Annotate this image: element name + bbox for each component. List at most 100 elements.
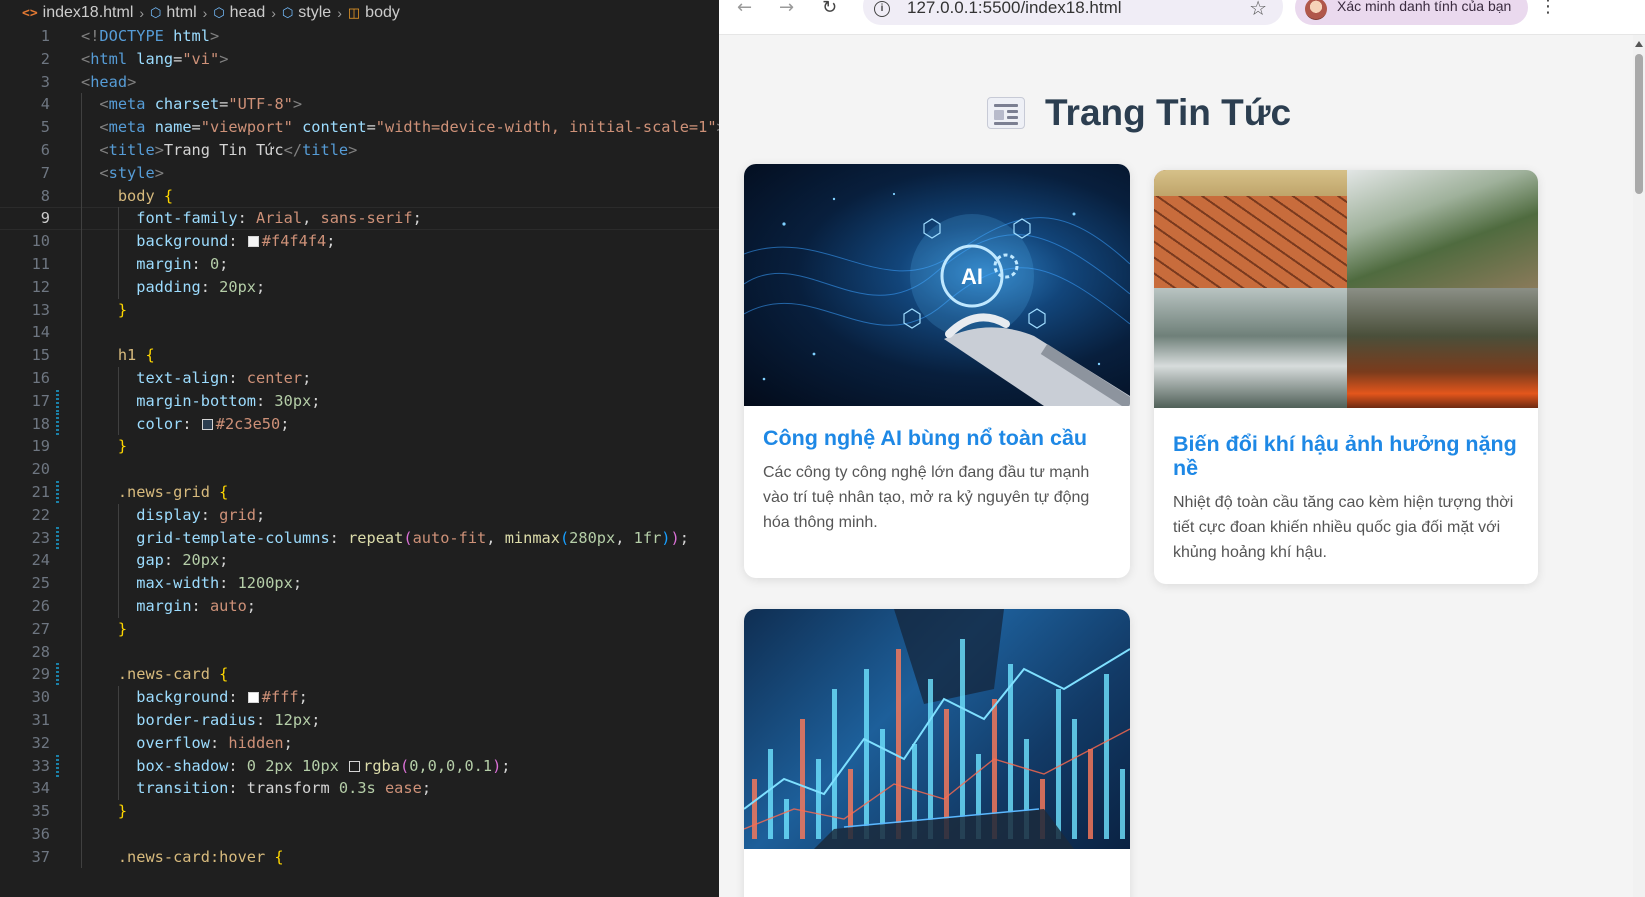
code-line[interactable]: 28 — [0, 640, 719, 664]
more-menu-icon[interactable]: ⋮ — [1539, 0, 1557, 16]
code-text[interactable]: margin-bottom: 30px; — [81, 390, 320, 413]
git-change-marker[interactable] — [56, 412, 59, 436]
code-text[interactable]: margin: 0; — [81, 253, 228, 276]
news-card[interactable] — [744, 609, 1130, 897]
code-text[interactable]: font-family: Arial, sans-serif; — [81, 207, 422, 230]
code-text[interactable]: .news-card { — [81, 663, 229, 686]
back-icon[interactable]: ← — [737, 0, 752, 17]
color-swatch-icon[interactable] — [349, 760, 361, 772]
bookmark-star-icon[interactable]: ☆ — [1249, 0, 1267, 20]
url-text[interactable]: 127.0.0.1:5500/index18.html — [907, 0, 1122, 18]
code-line[interactable]: 32 overflow: hidden; — [0, 731, 719, 755]
code-line[interactable]: 16 text-align: center; — [0, 366, 719, 390]
code-line[interactable]: 25 max-width: 1200px; — [0, 572, 719, 595]
color-swatch-icon[interactable] — [247, 692, 259, 704]
code-editor[interactable]: <> index18.html › ⬡ html › ⬡ head › ⬡ style … — [0, 0, 719, 897]
code-text[interactable]: <html lang="vi"> — [81, 48, 228, 71]
news-card[interactable]: AI Công nghệ AI bùng nổ toàn cầu Các côn… — [744, 164, 1130, 578]
code-line[interactable]: 14 — [0, 321, 719, 345]
breadcrumb-body[interactable]: ◫ body — [348, 4, 400, 22]
code-text[interactable]: } — [81, 435, 127, 458]
code-text[interactable]: padding: 20px; — [81, 276, 265, 299]
code-text[interactable]: .news-grid { — [81, 481, 229, 504]
code-line[interactable]: 12 padding: 20px; — [0, 275, 719, 299]
breadcrumb-head[interactable]: ⬡ head — [213, 4, 265, 22]
scrollbar-thumb[interactable] — [1635, 54, 1643, 194]
code-line[interactable]: 30 background: #fff; — [0, 686, 719, 709]
code-line[interactable]: 3 <head> — [0, 71, 719, 94]
profile-button[interactable]: Xác minh danh tính của bạn — [1295, 0, 1528, 25]
code-line[interactable]: 15 h1 { — [0, 344, 719, 367]
forward-icon[interactable]: → — [779, 0, 794, 17]
code-text[interactable]: max-width: 1200px; — [81, 572, 302, 595]
breadcrumb-html[interactable]: ⬡ html — [150, 4, 197, 22]
reload-icon[interactable]: ↻ — [822, 0, 837, 17]
code-text[interactable]: <title>Trang Tin Tức</title> — [81, 139, 357, 162]
breadcrumb-file[interactable]: <> index18.html — [22, 4, 133, 22]
code-line[interactable]: 36 — [0, 822, 719, 846]
code-line[interactable]: 24 gap: 20px; — [0, 549, 719, 573]
code-line[interactable]: 2 <html lang="vi"> — [0, 48, 719, 71]
git-change-marker[interactable] — [56, 663, 59, 687]
code-line[interactable]: 34 transition: transform 0.3s ease; — [0, 777, 719, 801]
code-line[interactable]: 9 font-family: Arial, sans-serif; — [0, 207, 719, 231]
scroll-up-icon[interactable] — [1635, 41, 1643, 47]
code-text[interactable]: margin: auto; — [81, 595, 256, 618]
code-text[interactable]: } — [81, 618, 127, 641]
code-line[interactable]: 29 .news-card { — [0, 663, 719, 687]
code-line[interactable]: 33 box-shadow: 0 2px 10px rgba(0,0,0,0.1… — [0, 754, 719, 778]
code-line[interactable]: 6 <title>Trang Tin Tức</title> — [0, 138, 719, 162]
code-text[interactable]: <meta charset="UTF-8"> — [81, 93, 302, 116]
code-line[interactable]: 8 body { — [0, 184, 719, 208]
code-lines[interactable]: 1 <!DOCTYPE html> 2 <html lang="vi"> 3 <head>… — [0, 25, 719, 869]
code-line[interactable]: 13 } — [0, 298, 719, 322]
code-text[interactable]: <!DOCTYPE html> — [81, 25, 219, 48]
code-text[interactable]: .news-card:hover { — [81, 846, 284, 869]
code-text[interactable]: overflow: hidden; — [81, 732, 293, 755]
code-text[interactable]: } — [81, 800, 127, 823]
code-text[interactable]: grid-template-columns: repeat(auto-fit, … — [81, 527, 689, 550]
color-swatch-icon[interactable] — [201, 418, 213, 430]
code-text[interactable]: <meta name="viewport" content="width=dev… — [81, 116, 719, 139]
code-text[interactable]: <style> — [81, 162, 164, 185]
code-text[interactable]: display: grid; — [81, 504, 265, 527]
code-line[interactable]: 5 <meta name="viewport" content="width=d… — [0, 116, 719, 139]
code-line[interactable]: 10 background: #f4f4f4; — [0, 230, 719, 253]
code-text[interactable]: transition: transform 0.3s ease; — [81, 777, 431, 800]
card-headline[interactable]: Biến đổi khí hậu ảnh hưởng nặng nề — [1173, 432, 1524, 480]
code-line[interactable]: 37 .news-card:hover { — [0, 845, 719, 869]
code-line[interactable]: 19 } — [0, 435, 719, 459]
card-headline[interactable]: Công nghệ AI bùng nổ toàn cầu — [763, 426, 1116, 450]
code-line[interactable]: 26 margin: auto; — [0, 594, 719, 618]
code-text[interactable]: background: #f4f4f4; — [81, 230, 335, 253]
code-line[interactable]: 4 <meta charset="UTF-8"> — [0, 93, 719, 117]
code-line[interactable]: 31 border-radius: 12px; — [0, 708, 719, 732]
code-line[interactable]: 21 .news-grid { — [0, 480, 719, 504]
code-line[interactable]: 11 margin: 0; — [0, 252, 719, 276]
code-line[interactable]: 7 <style> — [0, 161, 719, 185]
code-line[interactable]: 1 <!DOCTYPE html> — [0, 25, 719, 48]
code-text[interactable]: gap: 20px; — [81, 549, 228, 572]
code-line[interactable]: 18 color: #2c3e50; — [0, 412, 719, 436]
code-line[interactable]: 35 } — [0, 800, 719, 823]
color-swatch-icon[interactable] — [247, 236, 259, 248]
code-line[interactable]: 20 — [0, 458, 719, 481]
code-text[interactable]: text-align: center; — [81, 367, 311, 390]
code-text[interactable]: color: #2c3e50; — [81, 413, 289, 436]
site-info-icon[interactable]: i — [874, 1, 890, 17]
code-line[interactable]: 22 display: grid; — [0, 503, 719, 527]
news-card[interactable]: Biến đổi khí hậu ảnh hưởng nặng nề Nhiệt… — [1154, 170, 1538, 584]
address-bar[interactable]: i 127.0.0.1:5500/index18.html ☆ — [863, 0, 1283, 25]
code-text[interactable]: } — [81, 299, 127, 322]
code-line[interactable]: 27 } — [0, 617, 719, 641]
code-line[interactable]: 17 margin-bottom: 30px; — [0, 389, 719, 413]
code-text[interactable]: background: #fff; — [81, 686, 308, 709]
code-text[interactable]: <head> — [81, 71, 136, 94]
git-change-marker[interactable] — [56, 754, 59, 778]
breadcrumb-style[interactable]: ⬡ style — [282, 4, 331, 22]
code-text[interactable]: border-radius: 12px; — [81, 709, 320, 732]
page-scrollbar[interactable] — [1633, 35, 1645, 897]
git-change-marker[interactable] — [56, 389, 59, 413]
code-text[interactable]: box-shadow: 0 2px 10px rgba(0,0,0,0.1); — [81, 755, 510, 778]
code-line[interactable]: 23 grid-template-columns: repeat(auto-fi… — [0, 526, 719, 550]
